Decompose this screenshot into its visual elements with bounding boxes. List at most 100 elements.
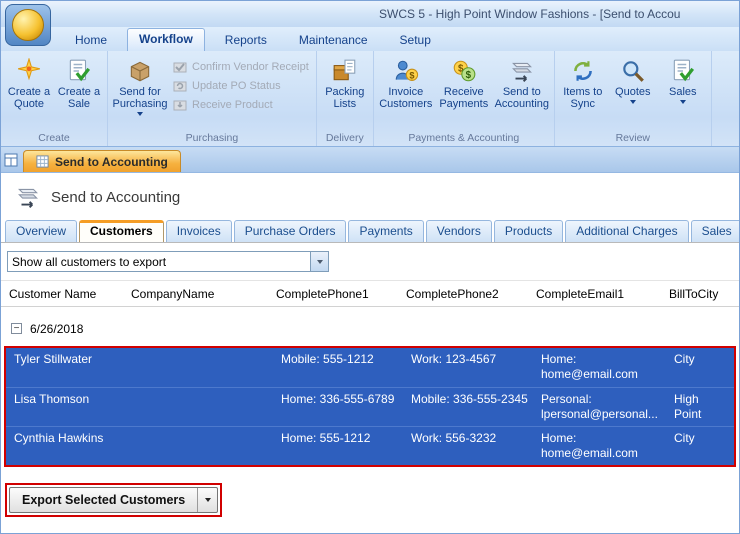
column-header-completephone1[interactable]: CompletePhone1: [276, 287, 406, 301]
box-check-icon: [173, 60, 187, 74]
packing-lists-label: Packing Lists: [325, 86, 365, 110]
doc-check-icon: [66, 58, 92, 84]
export-highlight-annotation: Export Selected Customers: [5, 483, 223, 517]
send-for-purchasing-label: Send for Purchasing: [112, 86, 168, 110]
invoice-customers-button[interactable]: $ Invoice Customers: [377, 54, 435, 114]
shipping-box-icon: [332, 58, 358, 84]
cell-completephone2: Mobile: 336-555-2345: [411, 392, 528, 406]
tab-payments[interactable]: Payments: [348, 220, 424, 242]
selection-highlight-annotation: Tyler Stillwater Mobile: 555-1212 Work: …: [4, 346, 736, 467]
tab-purchase-orders[interactable]: Purchase Orders: [233, 220, 347, 242]
create-sale-label: Create a Sale: [57, 86, 101, 110]
items-to-sync-button[interactable]: Items to Sync: [558, 54, 608, 114]
tab-products[interactable]: Products: [493, 220, 564, 242]
receive-payments-button[interactable]: $ $ Receive Payments: [435, 54, 493, 114]
titlebar: SWCS 5 - High Point Window Fashions - [S…: [1, 1, 739, 46]
chevron-down-icon: [316, 259, 323, 264]
cell-billtocity: City: [674, 431, 695, 445]
cell-completephone1: Home: 336-555-6789: [281, 392, 395, 406]
doc-check-icon: [670, 58, 696, 84]
tab-overview[interactable]: Overview: [5, 220, 78, 242]
ribbon-group-delivery: Packing Lists Delivery: [317, 51, 374, 146]
group-label-delivery: Delivery: [325, 132, 364, 144]
ribbon-group-payments: $ Invoice Customers $ $ Receive Payments …: [374, 51, 555, 146]
cell-companyname: [136, 388, 281, 426]
sales-button[interactable]: Sales: [658, 54, 708, 108]
cell-companyname: [136, 427, 281, 465]
tab-vendors[interactable]: Vendors: [425, 220, 492, 242]
ribbon-tab-maintenance[interactable]: Maintenance: [287, 29, 380, 51]
app-logo-orb[interactable]: [5, 4, 51, 46]
tab-customers[interactable]: Customers: [79, 220, 164, 242]
collapse-group-icon[interactable]: −: [11, 323, 22, 334]
sync-arrows-icon: [570, 58, 596, 84]
ribbon-group-create: Create a Quote Create a Sale Create: [1, 51, 108, 146]
magnifier-icon: [620, 58, 646, 84]
dropdown-caret-icon: [629, 100, 636, 104]
page-header: Send to Accounting: [1, 173, 739, 219]
cell-companyname: [136, 348, 281, 387]
table-row[interactable]: Cynthia Hawkins Home: 555-1212 Work: 556…: [6, 426, 734, 465]
window-grid-icon: [4, 153, 18, 167]
table-row[interactable]: Tyler Stillwater Mobile: 555-1212 Work: …: [6, 348, 734, 387]
window-title: SWCS 5 - High Point Window Fashions - [S…: [379, 7, 681, 21]
app-window: SWCS 5 - High Point Window Fashions - [S…: [0, 0, 740, 534]
group-row[interactable]: − 6/26/2018: [1, 316, 739, 341]
quotes-button[interactable]: Quotes: [608, 54, 658, 108]
dropdown-caret-icon: [137, 112, 143, 116]
send-to-accounting-icon: [15, 184, 41, 210]
cell-billtocity: High Point: [674, 392, 702, 421]
document-tab-label: Send to Accounting: [55, 154, 168, 169]
chevron-down-icon: [204, 498, 211, 502]
cell-completeemail1: Home: home@email.com: [541, 431, 638, 460]
ribbon-tab-workflow[interactable]: Workflow: [127, 28, 205, 51]
packing-lists-button[interactable]: Packing Lists: [320, 54, 370, 114]
send-for-purchasing-button[interactable]: Send for Purchasing: [111, 54, 169, 120]
page-tab-bar: Overview Customers Invoices Purchase Ord…: [1, 219, 739, 243]
create-quote-label: Create a Quote: [7, 86, 51, 110]
ribbon-tab-home[interactable]: Home: [63, 29, 119, 51]
cell-customer-name: Cynthia Hawkins: [14, 431, 104, 445]
column-header-completeemail1[interactable]: CompleteEmail1: [536, 287, 669, 301]
cell-completephone1: Home: 555-1212: [281, 431, 371, 445]
ribbon-tab-setup[interactable]: Setup: [388, 29, 443, 51]
column-header-completephone2[interactable]: CompletePhone2: [406, 287, 536, 301]
combo-dropdown-button[interactable]: [310, 252, 328, 271]
column-header-companyname[interactable]: CompanyName: [131, 287, 276, 301]
receive-product-button: Receive Product: [173, 98, 309, 112]
tab-invoices[interactable]: Invoices: [165, 220, 232, 242]
export-dropdown-button[interactable]: [197, 488, 217, 512]
cell-completephone1: Mobile: 555-1212: [281, 352, 374, 366]
tab-sales[interactable]: Sales: [690, 220, 739, 242]
ribbon-tab-bar: Home Workflow Reports Maintenance Setup: [1, 27, 739, 51]
group-label-purchasing: Purchasing: [185, 132, 239, 144]
receive-product-label: Receive Product: [192, 99, 273, 111]
coins-icon: $ $: [451, 58, 477, 84]
box-in-icon: [173, 98, 187, 112]
table-row[interactable]: Lisa Thomson Home: 336-555-6789 Mobile: …: [6, 387, 734, 426]
column-header-billtocity[interactable]: BillToCity: [669, 287, 739, 301]
group-label-create: Create: [38, 132, 70, 144]
column-header-customer-name[interactable]: Customer Name: [9, 287, 131, 301]
ribbon-group-review: Items to Sync Quotes Sales Review: [555, 51, 712, 146]
page-title: Send to Accounting: [51, 188, 181, 206]
export-selected-customers-button[interactable]: Export Selected Customers: [9, 487, 219, 513]
spreadsheet-icon: [36, 155, 49, 168]
filter-row: Show all customers to export: [1, 243, 739, 280]
svg-text:$: $: [465, 70, 471, 81]
group-label-review: Review: [615, 132, 650, 144]
send-to-accounting-button[interactable]: Send to Accounting: [493, 54, 551, 114]
customer-filter-select[interactable]: Show all customers to export: [7, 251, 329, 272]
app-logo-icon: [12, 9, 44, 41]
confirm-vendor-receipt-button: Confirm Vendor Receipt: [173, 60, 309, 74]
ribbon: Create a Quote Create a Sale Create Send…: [1, 51, 739, 147]
invoice-customers-label: Invoice Customers: [379, 86, 433, 110]
ribbon-tab-reports[interactable]: Reports: [213, 29, 279, 51]
send-doc-icon: [509, 58, 535, 84]
document-tab-send-to-accounting[interactable]: Send to Accounting: [23, 150, 181, 172]
person-dollar-icon: $: [393, 58, 419, 84]
update-po-status-button: Update PO Status: [173, 79, 309, 93]
create-quote-button[interactable]: Create a Quote: [4, 54, 54, 114]
tab-additional-charges[interactable]: Additional Charges: [565, 220, 689, 242]
create-sale-button[interactable]: Create a Sale: [54, 54, 104, 114]
